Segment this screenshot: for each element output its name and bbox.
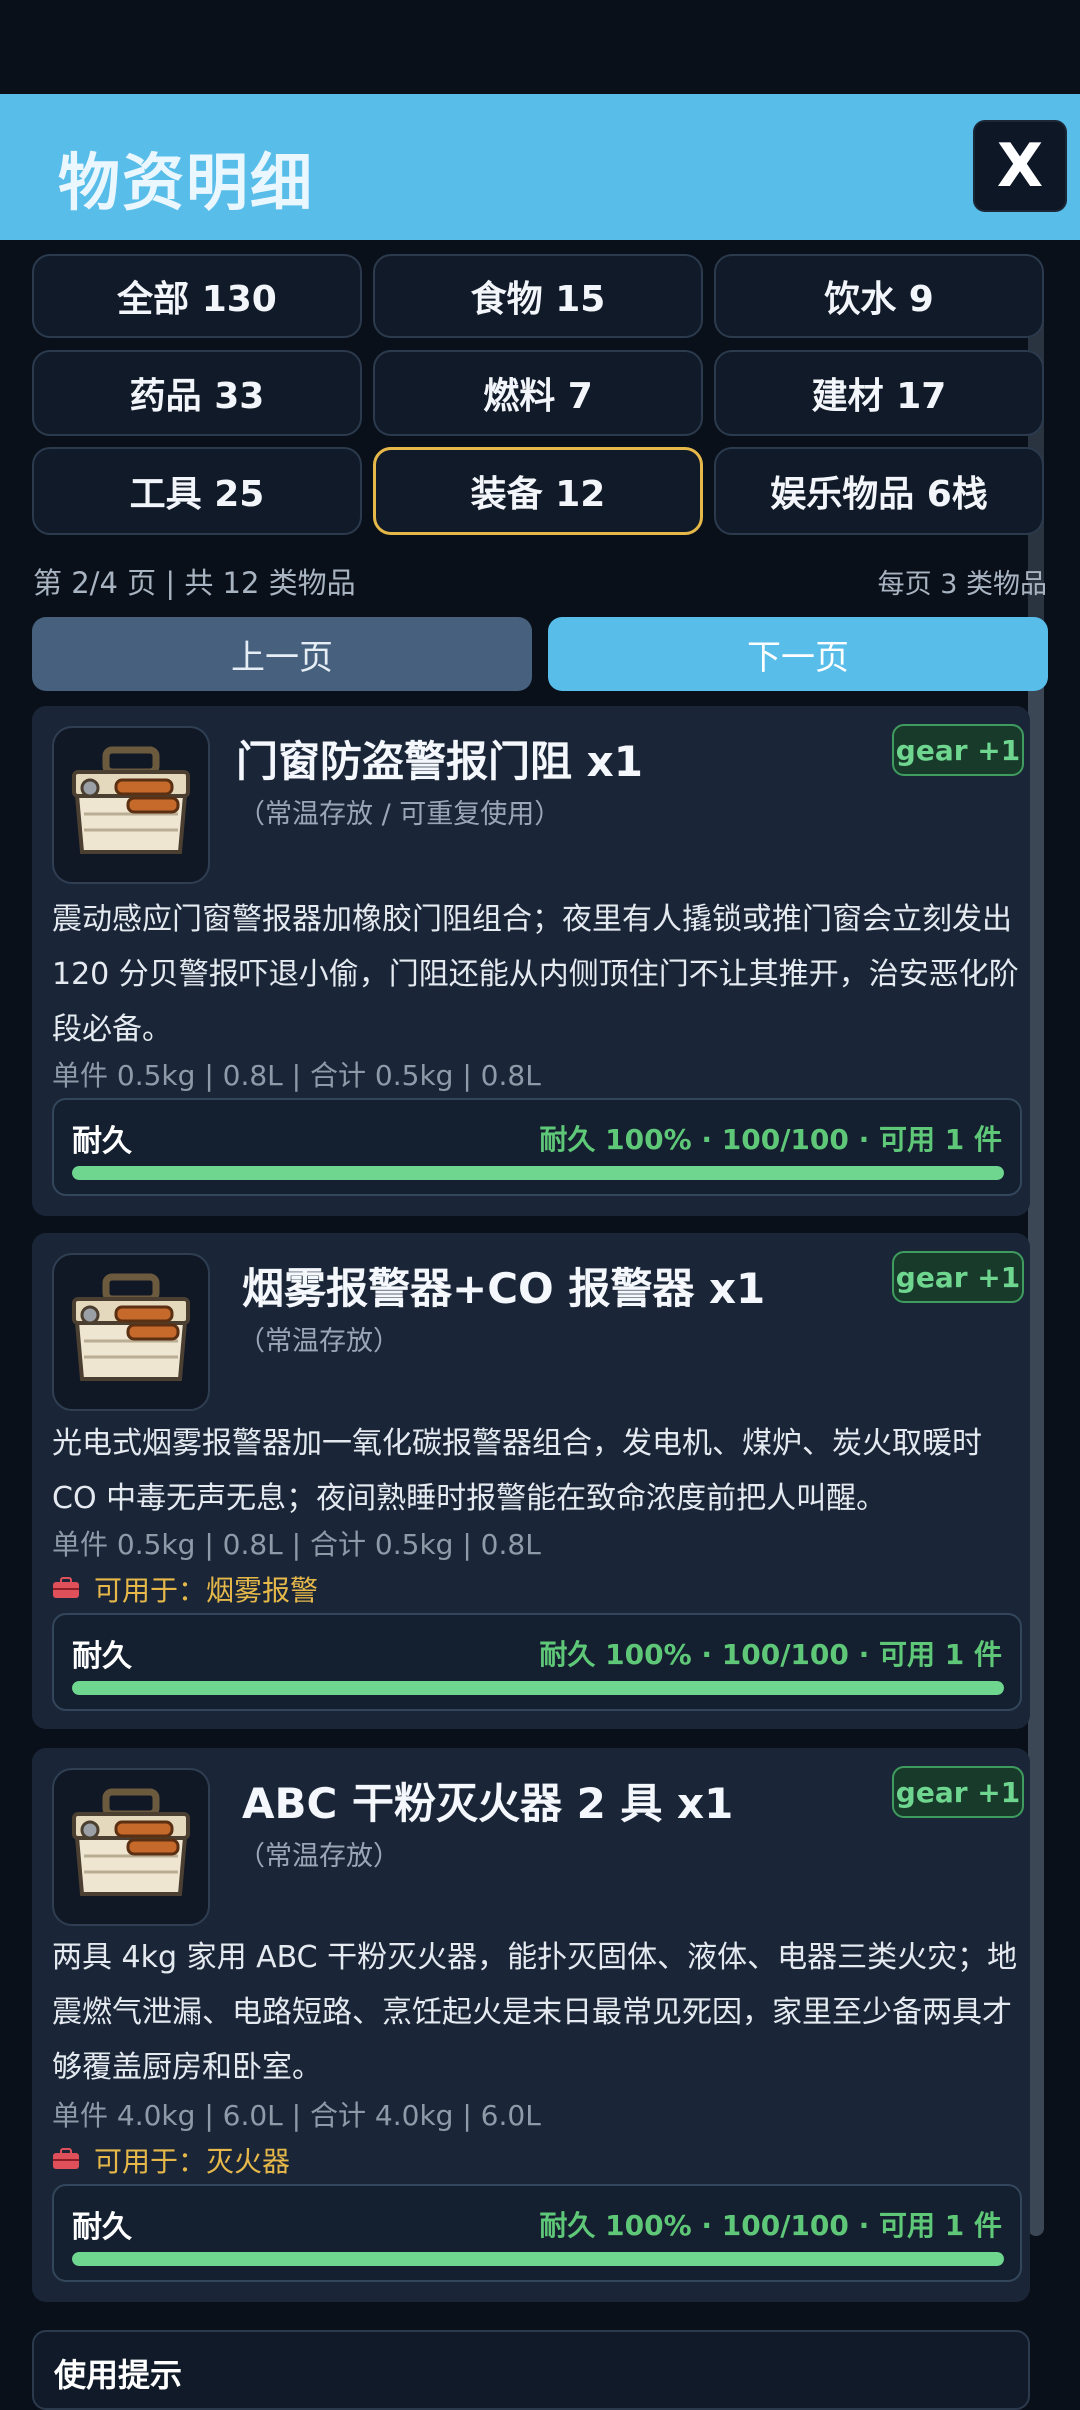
gear-badge: gear +1 xyxy=(892,1251,1024,1303)
category-gear[interactable]: 装备 12 xyxy=(373,447,703,535)
item-weight: 单件 0.5kg | 0.8L | 合计 0.5kg | 0.8L xyxy=(52,1528,541,1561)
durability-stats: 耐久 100% · 100/100 · 可用 1 件 xyxy=(539,1123,1002,1156)
durability-label: 耐久 xyxy=(72,2210,132,2245)
category-building[interactable]: 建材 17 xyxy=(714,350,1044,436)
prev-page-button[interactable]: 上一页 xyxy=(32,617,532,691)
toolbox-icon xyxy=(52,1253,210,1411)
use-for-text: 可用于：灭火器 xyxy=(94,2145,291,2178)
durability-fill xyxy=(72,2252,1004,2266)
item-description: 震动感应门窗警报器加橡胶门阻组合；夜里有人撬锁或推门窗会立刻发出 120 分贝警… xyxy=(52,902,1019,1047)
item-description: 光电式烟雾报警器加一氧化碳报警器组合，发电机、煤炉、炭火取暖时 CO 中毒无声无… xyxy=(52,1426,982,1516)
durability-label: 耐久 xyxy=(72,1639,132,1674)
red-toolbox-icon xyxy=(52,1573,80,1606)
durability-label: 耐久 xyxy=(72,1124,132,1159)
item-weight: 单件 4.0kg | 6.0L | 合计 4.0kg | 6.0L xyxy=(52,2099,541,2132)
durability-stats: 耐久 100% · 100/100 · 可用 1 件 xyxy=(539,1638,1002,1671)
category-food[interactable]: 食物 15 xyxy=(373,254,703,338)
page-info: 第 2/4 页 | 共 12 类物品 xyxy=(33,566,356,600)
durability-panel: 耐久 耐久 100% · 100/100 · 可用 1 件 xyxy=(52,2184,1022,2282)
item-name: 烟雾报警器+CO 报警器 x1 xyxy=(242,1264,766,1313)
category-entertainment[interactable]: 娱乐物品 6栈 xyxy=(714,447,1044,535)
item-description: 两具 4kg 家用 ABC 干粉灭火器，能扑灭固体、液体、电器三类火灾；地震燃气… xyxy=(52,1940,1018,2085)
next-page-button[interactable]: 下一页 xyxy=(548,617,1048,691)
item-name: ABC 干粉灭火器 2 具 x1 xyxy=(242,1779,734,1828)
usage-tip-card[interactable]: 使用提示 xyxy=(32,2330,1030,2410)
gear-badge: gear +1 xyxy=(892,724,1024,776)
item-storage: （常温存放） xyxy=(238,1326,400,1357)
category-all[interactable]: 全部 130 xyxy=(32,254,362,338)
red-toolbox-icon xyxy=(52,2144,80,2177)
item-storage: （常温存放） xyxy=(238,1841,400,1872)
category-medicine[interactable]: 药品 33 xyxy=(32,350,362,436)
item-name: 门窗防盗警报门阻 x1 xyxy=(236,737,643,786)
use-for-label: 可用于：灭火器 xyxy=(52,2140,290,2180)
durability-fill xyxy=(72,1166,1004,1180)
page-title: 物资明细 xyxy=(58,146,315,219)
use-for-text: 可用于：烟雾报警 xyxy=(94,1574,319,1607)
category-tools[interactable]: 工具 25 xyxy=(32,447,362,535)
usage-tip-title: 使用提示 xyxy=(54,2356,183,2394)
close-button[interactable]: X xyxy=(973,120,1067,212)
gear-badge: gear +1 xyxy=(892,1766,1024,1818)
item-card[interactable]: 门窗防盗警报门阻 x1 （常温存放 / 可重复使用） gear +1 震动感应门… xyxy=(32,706,1030,1216)
toolbox-icon xyxy=(52,726,210,884)
modal-header: 物资明细 X xyxy=(0,94,1080,240)
durability-bar xyxy=(72,1681,1004,1695)
category-fuel[interactable]: 燃料 7 xyxy=(373,350,703,436)
per-page-info: 每页 3 类物品 xyxy=(877,569,1047,600)
scrollbar-thumb[interactable] xyxy=(1028,660,1044,2236)
durability-fill xyxy=(72,1681,1004,1695)
item-card[interactable]: 烟雾报警器+CO 报警器 x1 （常温存放） gear +1 光电式烟雾报警器加… xyxy=(32,1233,1030,1729)
item-card[interactable]: ABC 干粉灭火器 2 具 x1 （常温存放） gear +1 两具 4kg 家… xyxy=(32,1748,1030,2302)
use-for-label: 可用于：烟雾报警 xyxy=(52,1569,318,1609)
category-water[interactable]: 饮水 9 xyxy=(714,254,1044,338)
durability-panel: 耐久 耐久 100% · 100/100 · 可用 1 件 xyxy=(52,1098,1022,1196)
durability-panel: 耐久 耐久 100% · 100/100 · 可用 1 件 xyxy=(52,1613,1022,1711)
durability-bar xyxy=(72,1166,1004,1180)
item-weight: 单件 0.5kg | 0.8L | 合计 0.5kg | 0.8L xyxy=(52,1059,541,1092)
durability-stats: 耐久 100% · 100/100 · 可用 1 件 xyxy=(539,2209,1002,2242)
item-storage: （常温存放 / 可重复使用） xyxy=(238,799,562,830)
toolbox-icon xyxy=(52,1768,210,1926)
durability-bar xyxy=(72,2252,1004,2266)
